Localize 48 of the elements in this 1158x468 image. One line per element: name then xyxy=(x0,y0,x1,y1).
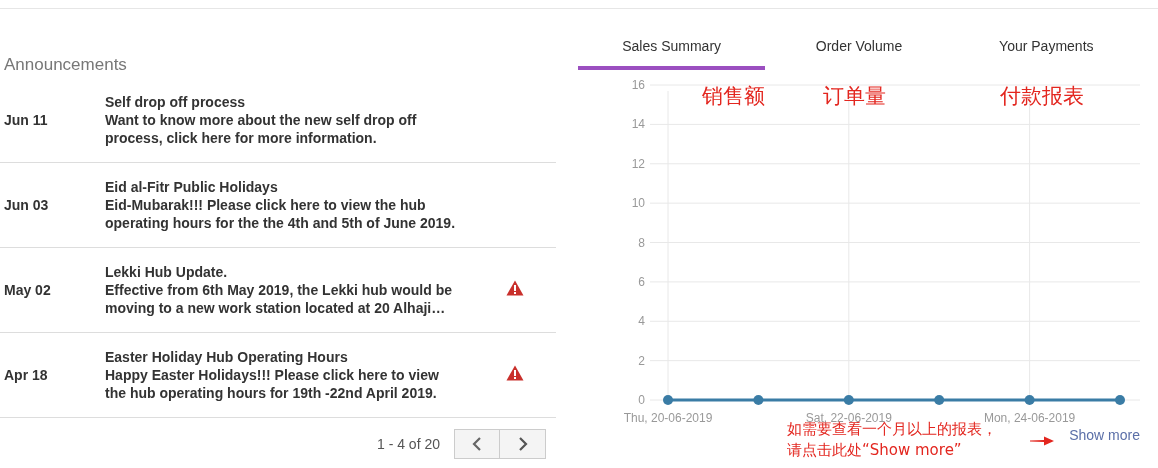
announcement-title: Lekki Hub Update. xyxy=(105,263,229,281)
pagination-range: 1 - 4 of 20 xyxy=(376,436,440,452)
announcement-text: Want to know more about the new self drop off process, click here for more information. xyxy=(105,111,418,147)
announcement-date: May 02 xyxy=(4,282,52,298)
announcement-row[interactable]: May 02 Lekki Hub Update. Effective from 6th May 2019, the Lekki hub would be moving to a new work station located at 20 Alhaji… xyxy=(0,248,556,333)
announcement-date: Jun 11 xyxy=(4,112,49,128)
announcement-text: Eid-Mubarak!!! Please click here to view the hub operating hours for the the 4th and 5th of June 2019. xyxy=(105,196,457,232)
report-tab[interactable]: Sales Summary xyxy=(578,30,766,70)
annotation-text: 订单量 xyxy=(823,84,886,108)
data-point xyxy=(753,395,764,405)
section-title: Announcements xyxy=(4,54,128,76)
announcement-title: Eid al-Fitr Public Holidays xyxy=(105,178,279,196)
announcement-text: Happy Easter Holidays!!! Please click here to view the hub operating hours for 19th -22nd April 2019. xyxy=(105,366,440,402)
annotation-text: 销售额 xyxy=(702,84,765,108)
data-point xyxy=(1115,395,1125,405)
announcement-row[interactable]: Jun 03 Eid al-Fitr Public Holidays Eid-Mubarak!!! Please click here to view the hub operating hours for the the 4th and 5th of June 2019. xyxy=(0,163,556,248)
announcement-row[interactable]: Jun 11 Self drop off process Want to know more about the new self drop off process, click here for more information. xyxy=(0,78,556,163)
y-tick-label: 16 xyxy=(631,78,645,92)
report-tab[interactable]: Order Volume xyxy=(765,30,953,70)
announcement-date: Jun 03 xyxy=(4,197,50,213)
x-tick-label: Mon, 24-06-2019 xyxy=(983,411,1076,424)
data-point xyxy=(934,395,945,405)
y-tick-label: 8 xyxy=(638,235,645,250)
chevron-left-icon xyxy=(472,437,482,451)
y-tick-label: 6 xyxy=(638,274,645,289)
announcement-date: Apr 18 xyxy=(4,367,49,383)
y-tick-label: 14 xyxy=(631,117,645,132)
show-more-link[interactable]: Show more xyxy=(1069,425,1140,445)
announcement-text: Effective from 6th May 2019, the Lekki hub would be moving to a new work station located at 20 Alhaji… xyxy=(105,281,453,317)
arrow-icon xyxy=(1030,436,1054,446)
y-tick-label: 2 xyxy=(638,353,645,368)
report-tab[interactable]: Your Payments xyxy=(952,30,1140,70)
next-page-button[interactable] xyxy=(500,429,546,459)
chevron-right-icon xyxy=(517,437,528,451)
y-tick-label: 12 xyxy=(631,156,645,171)
announcement-row[interactable]: Apr 18 Easter Holiday Hub Operating Hours Happy Easter Holidays!!! Please click here to view the hub operating hours for 19th -22nd April 2019. xyxy=(0,333,556,418)
announcement-title: Self drop off process xyxy=(105,93,247,111)
data-point xyxy=(663,395,673,405)
x-tick-label: Thu, 20-06-2019 xyxy=(623,411,713,424)
announcement-title: Easter Holiday Hub Operating Hours xyxy=(105,348,349,366)
annotation-text: 请点击此处“Show more” xyxy=(787,440,963,461)
y-tick-label: 4 xyxy=(638,314,645,329)
data-point xyxy=(1024,395,1035,405)
previous-page-button[interactable] xyxy=(454,429,500,459)
y-tick-label: 10 xyxy=(631,196,645,211)
data-point xyxy=(843,395,854,405)
annotation-text: 付款报表 xyxy=(1000,84,1084,108)
y-tick-label: 0 xyxy=(638,393,645,407)
